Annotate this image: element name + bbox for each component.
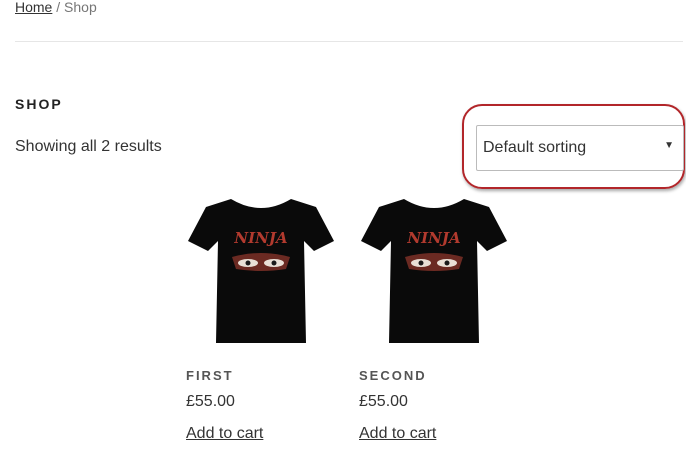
breadcrumb: Home / Shop bbox=[15, 0, 97, 15]
sorting-selected-value: Default sorting bbox=[483, 139, 587, 156]
product-card-first: NINJA FIRST £55.00 Add to cart bbox=[186, 193, 346, 443]
add-to-cart-button[interactable]: Add to cart bbox=[359, 425, 436, 443]
result-count: Showing all 2 results bbox=[15, 138, 162, 155]
add-to-cart-button[interactable]: Add to cart bbox=[186, 425, 263, 443]
breadcrumb-separator: / bbox=[52, 0, 65, 15]
product-image[interactable]: NINJA bbox=[359, 193, 509, 348]
product-price: £55.00 bbox=[359, 393, 408, 410]
shirt-print-text: NINJA bbox=[406, 229, 460, 247]
tshirt-icon: NINJA bbox=[361, 199, 507, 343]
header-divider bbox=[15, 41, 683, 42]
product-name[interactable]: FIRST bbox=[186, 368, 346, 383]
tshirt-icon: NINJA bbox=[188, 199, 334, 343]
breadcrumb-current: Shop bbox=[64, 0, 97, 15]
sorting-select[interactable]: Default sorting ▼ bbox=[476, 125, 684, 171]
caret-down-icon: ▼ bbox=[664, 140, 674, 151]
product-price: £55.00 bbox=[186, 393, 235, 410]
product-image[interactable]: NINJA bbox=[186, 193, 336, 348]
page-title: SHOP bbox=[15, 96, 63, 112]
product-card-second: NINJA SECOND £55.00 Add to cart bbox=[359, 193, 519, 443]
product-name[interactable]: SECOND bbox=[359, 368, 519, 383]
breadcrumb-home-link[interactable]: Home bbox=[15, 0, 52, 15]
shirt-print-text: NINJA bbox=[233, 229, 287, 247]
